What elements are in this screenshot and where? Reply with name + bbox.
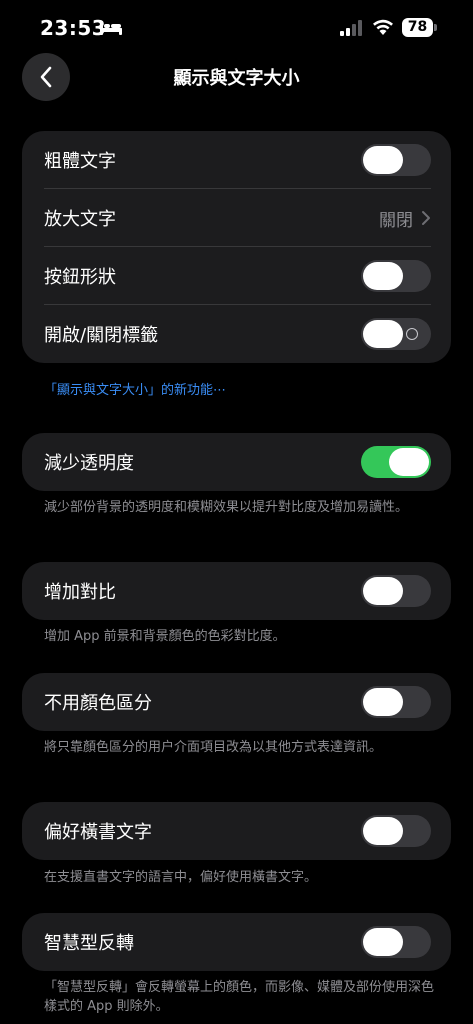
increase-contrast-row: 增加對比 (22, 562, 451, 620)
display-text-size-screen: 23:53 78 顯示與文字大小 粗體文字 放大文字 關閉 按鈕形狀 開啟/關閉… (0, 0, 473, 1024)
whats-new-link[interactable]: 「顯示與文字大小」的新功能⋯ (44, 379, 226, 398)
button-shapes-row: 按鈕形狀 (22, 247, 451, 305)
prefer-horizontal-text-group: 偏好橫書文字 (22, 802, 451, 860)
smart-invert-group: 智慧型反轉 (22, 913, 451, 971)
button-shapes-label: 按鈕形狀 (44, 267, 116, 288)
text-options-group: 粗體文字 放大文字 關閉 按鈕形狀 開啟/關閉標籤 (22, 131, 451, 363)
toggle-knob (363, 577, 403, 605)
prefer-horizontal-text-note: 在支援直書文字的語言中，偏好使用橫書文字。 (44, 870, 318, 885)
larger-text-label: 放大文字 (44, 209, 116, 230)
differentiate-without-color-label: 不用顏色區分 (44, 693, 152, 714)
bold-text-toggle[interactable] (361, 144, 431, 176)
wifi-icon (373, 19, 393, 35)
larger-text-value: 關閉 (379, 210, 413, 231)
larger-text-row[interactable]: 放大文字 關閉 (22, 189, 451, 247)
chevron-right-icon (422, 211, 430, 225)
button-shapes-toggle[interactable] (361, 260, 431, 292)
status-time: 23:53 (40, 16, 107, 40)
smart-invert-label: 智慧型反轉 (44, 933, 134, 954)
battery-cap (434, 24, 437, 31)
prefer-horizontal-text-row: 偏好橫書文字 (22, 802, 451, 860)
toggle-knob (363, 262, 403, 290)
sleep-focus-bed-icon (100, 21, 122, 35)
toggle-knob (389, 448, 429, 476)
increase-contrast-label: 增加對比 (44, 582, 116, 603)
reduce-transparency-group: 減少透明度 (22, 433, 451, 491)
increase-contrast-toggle[interactable] (361, 575, 431, 607)
smart-invert-row: 智慧型反轉 (22, 913, 451, 971)
battery-indicator: 78 (402, 18, 438, 37)
differentiate-without-color-toggle[interactable] (361, 686, 431, 718)
off-label-ring-icon (406, 328, 418, 340)
toggle-knob (363, 928, 403, 956)
differentiate-without-color-group: 不用顏色區分 (22, 673, 451, 731)
prefer-horizontal-text-label: 偏好橫書文字 (44, 822, 152, 843)
reduce-transparency-note: 減少部份背景的透明度和模糊效果以提升對比度及增加易讀性。 (44, 500, 409, 515)
bold-text-label: 粗體文字 (44, 151, 116, 172)
toggle-knob (363, 817, 403, 845)
toggle-knob (363, 146, 403, 174)
on-off-labels-label: 開啟/關閉標籤 (44, 325, 159, 346)
status-bar: 23:53 78 (0, 0, 473, 58)
toggle-knob (363, 688, 403, 716)
smart-invert-note: 「智慧型反轉」會反轉螢幕上的顏色，而影像、媒體及部份使用深色樣式的 App 則除… (44, 980, 435, 1014)
prefer-horizontal-text-toggle[interactable] (361, 815, 431, 847)
page-title: 顯示與文字大小 (173, 68, 300, 89)
increase-contrast-note: 增加 App 前景和背景顏色的色彩對比度。 (44, 629, 286, 644)
reduce-transparency-row: 減少透明度 (22, 433, 451, 491)
increase-contrast-group: 增加對比 (22, 562, 451, 620)
differentiate-without-color-row: 不用顏色區分 (22, 673, 451, 731)
cellular-signal-icon (340, 20, 362, 36)
toggle-knob (363, 320, 403, 348)
differentiate-without-color-note: 將只靠顏色區分的用户介面項目改為以其他方式表達資訊。 (44, 740, 383, 755)
battery-level: 78 (402, 18, 433, 37)
on-off-labels-row: 開啟/關閉標籤 (22, 305, 451, 363)
bold-text-row: 粗體文字 (22, 131, 451, 189)
on-off-labels-toggle[interactable] (361, 318, 431, 350)
reduce-transparency-toggle[interactable] (361, 446, 431, 478)
smart-invert-toggle[interactable] (361, 926, 431, 958)
reduce-transparency-label: 減少透明度 (44, 453, 134, 474)
